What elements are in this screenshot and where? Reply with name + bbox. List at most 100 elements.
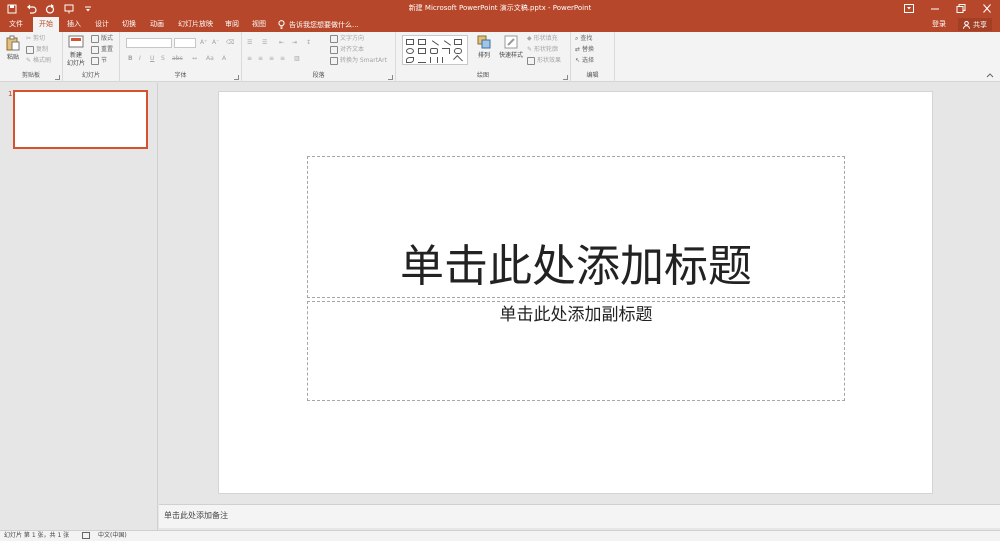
reset-label: 重置: [101, 46, 114, 53]
tab-design[interactable]: 设计: [95, 17, 109, 32]
align-left-icon: ≡: [247, 55, 253, 62]
star-shape-icon[interactable]: [453, 55, 463, 65]
arrange-icon: [477, 35, 491, 49]
proofing-icon[interactable]: [82, 532, 90, 541]
shape-fill-label: 形状填充: [533, 35, 558, 42]
subtitle-placeholder[interactable]: 单击此处添加副标题: [307, 301, 845, 401]
tab-home[interactable]: 开始: [33, 17, 59, 32]
paragraph-dialog-launcher-icon[interactable]: [388, 75, 393, 80]
shadow-button[interactable]: S: [161, 55, 165, 63]
elbow-connector-shape-icon[interactable]: [442, 48, 450, 54]
find-button[interactable]: ⌕ 查找: [575, 35, 592, 43]
align-center-button[interactable]: ≡: [258, 55, 263, 63]
paint-bucket-icon: ◆: [527, 35, 532, 42]
cut-button[interactable]: ✂ 剪切: [26, 35, 45, 43]
title-placeholder[interactable]: 单击此处添加标题: [307, 156, 845, 298]
justify-button[interactable]: ≡: [280, 55, 285, 63]
numbering-button[interactable]: ☰: [262, 39, 267, 47]
vertical-text-box-shape-icon[interactable]: [418, 39, 426, 45]
tell-me-placeholder: 告诉我您想要做什么...: [289, 20, 359, 29]
reset-icon: [91, 46, 99, 54]
shapes-gallery[interactable]: [402, 35, 468, 65]
increase-indent-button[interactable]: ⇥: [292, 39, 297, 47]
align-left-button[interactable]: ≡: [247, 55, 252, 63]
font-dialog-launcher-icon[interactable]: [234, 75, 239, 80]
line-spacing-button[interactable]: ↕: [306, 39, 311, 47]
format-painter-button[interactable]: ✎ 格式刷: [26, 57, 51, 65]
text-box-shape-icon[interactable]: [406, 39, 414, 45]
new-slide-button[interactable]: 新建 幻灯片: [64, 35, 88, 68]
replace-button[interactable]: ⇄ 替换: [575, 46, 594, 54]
drawing-dialog-launcher-icon[interactable]: [563, 75, 568, 80]
rounded-rectangle-shape-icon[interactable]: [430, 48, 438, 54]
font-size-combobox[interactable]: [174, 38, 196, 48]
shape-effects-button[interactable]: 形状效果: [527, 57, 561, 65]
triangle-shape-icon[interactable]: [406, 57, 414, 63]
paste-button[interactable]: 粘贴: [3, 35, 23, 62]
arrange-button[interactable]: 排列: [473, 35, 495, 60]
columns-button[interactable]: ▥: [294, 55, 300, 63]
decrease-font-size-button[interactable]: A⁻: [212, 39, 219, 47]
tab-view[interactable]: 视图: [252, 17, 266, 32]
font-color-button[interactable]: A: [222, 55, 226, 63]
slide-canvas[interactable]: 单击此处添加标题 单击此处添加副标题: [218, 91, 933, 494]
character-spacing-button[interactable]: ↔: [192, 55, 197, 63]
new-slide-icon: [68, 35, 84, 48]
underline-button[interactable]: U: [150, 55, 154, 63]
brace-shape-icon[interactable]: [430, 57, 438, 63]
sign-in-link[interactable]: 登录: [932, 17, 946, 32]
bullets-button[interactable]: ☰: [247, 39, 252, 47]
section-button[interactable]: 节: [91, 57, 107, 65]
cut-label: 剪切: [33, 35, 46, 42]
slide-thumbnail[interactable]: [13, 90, 148, 149]
tab-slideshow[interactable]: 幻灯片放映: [178, 17, 213, 32]
align-center-icon: ≡: [258, 55, 264, 62]
new-slide-label: 新建: [69, 52, 82, 59]
rectangle-shape-icon[interactable]: [454, 39, 462, 45]
minimize-icon[interactable]: [922, 0, 948, 17]
pencil-icon: ✎: [527, 46, 533, 53]
clipboard-dialog-launcher-icon[interactable]: [55, 75, 60, 80]
align-text-label: 对齐文本: [340, 46, 365, 53]
collapse-ribbon-button[interactable]: [986, 72, 994, 78]
curve-shape-icon[interactable]: [418, 57, 426, 63]
notes-pane[interactable]: 单击此处添加备注: [159, 504, 1000, 528]
align-right-button[interactable]: ≡: [269, 55, 274, 63]
tab-insert[interactable]: 插入: [67, 17, 81, 32]
align-text-button[interactable]: 对齐文本: [330, 46, 364, 54]
increase-font-size-button[interactable]: A⁺: [200, 39, 207, 47]
font-name-combobox[interactable]: [126, 38, 172, 48]
quick-styles-button[interactable]: 快速样式: [497, 35, 525, 60]
clear-formatting-button[interactable]: ⌫: [226, 39, 234, 47]
copy-button[interactable]: 复制: [26, 46, 48, 54]
tell-me-search[interactable]: 告诉我您想要做什么...: [278, 17, 359, 32]
ribbon-display-options-icon[interactable]: [896, 0, 922, 17]
tab-review[interactable]: 审阅: [225, 17, 239, 32]
quick-styles-label: 快速样式: [498, 52, 523, 59]
select-button[interactable]: ↖ 选择: [575, 57, 594, 65]
language-status[interactable]: 中文(中国): [98, 532, 127, 540]
bracket-shape-icon[interactable]: [442, 57, 450, 63]
layout-button[interactable]: 版式: [91, 35, 113, 43]
rectangle-shape-icon-2[interactable]: [418, 48, 426, 54]
convert-smartart-button[interactable]: 转换为 SmartArt: [330, 57, 387, 65]
tab-animations[interactable]: 动画: [150, 17, 164, 32]
strikethrough-button[interactable]: abc: [172, 55, 183, 63]
shape-outline-button[interactable]: ✎ 形状轮廓: [527, 46, 558, 54]
shape-fill-button[interactable]: ◆ 形状填充: [527, 35, 558, 43]
tab-transitions[interactable]: 切换: [122, 17, 136, 32]
text-direction-label: 文字方向: [340, 35, 365, 42]
tab-file[interactable]: 文件: [9, 17, 23, 32]
close-icon[interactable]: [974, 0, 1000, 17]
oval-shape-icon[interactable]: [406, 48, 414, 54]
paragraph-group: ☰ ☰ ⇤ ⇥ ↕ ≡ ≡ ≡ ≡ ▥ 文字方向 对齐文本 转换为 SmartA…: [242, 32, 396, 82]
bold-button[interactable]: B: [128, 55, 133, 63]
italic-button[interactable]: I: [139, 55, 141, 63]
restore-icon[interactable]: [948, 0, 974, 17]
reset-button[interactable]: 重置: [91, 46, 113, 54]
arrow-block-shape-icon[interactable]: [454, 48, 462, 54]
decrease-indent-button[interactable]: ⇤: [279, 39, 284, 47]
share-button[interactable]: 共享: [958, 18, 992, 31]
text-direction-button[interactable]: 文字方向: [330, 35, 364, 43]
change-case-button[interactable]: Aa: [206, 55, 214, 63]
